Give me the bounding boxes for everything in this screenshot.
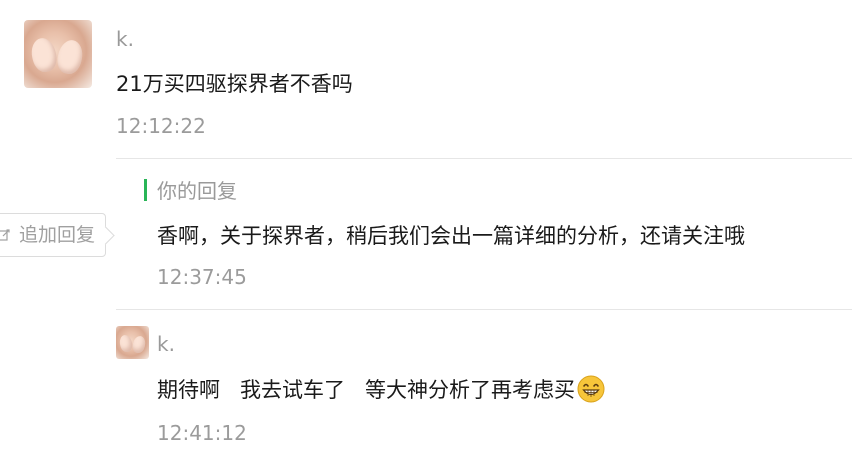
divider <box>116 158 852 159</box>
follow-up-message: 期待啊 我去试车了 等大神分析了再考虑买 <box>157 375 605 404</box>
avatar[interactable] <box>116 326 149 359</box>
reply-text: 香啊，关于探界者，稍后我们会出一篇详细的分析，还请关注哦 <box>157 224 745 248</box>
add-reply-button[interactable]: 追加回复 <box>0 213 106 257</box>
divider <box>116 309 852 310</box>
follow-up-text: 期待啊 我去试车了 等大神分析了再考虑买 <box>157 378 576 402</box>
grinning-face-emoji <box>577 375 605 403</box>
commenter-nickname: k. <box>116 27 134 51</box>
follow-up-nickname: k. <box>157 332 175 356</box>
reply-header: 你的回复 <box>157 179 237 203</box>
comment-text: 21万买四驱探界者不香吗 <box>116 72 353 96</box>
reply-time: 12:37:45 <box>157 265 247 289</box>
reply-indicator-bar <box>144 179 147 201</box>
edit-icon <box>0 229 10 241</box>
avatar[interactable] <box>24 20 92 88</box>
comment-time: 12:12:22 <box>116 114 206 138</box>
follow-up-time: 12:41:12 <box>157 421 247 445</box>
add-reply-label: 追加回复 <box>19 224 96 246</box>
